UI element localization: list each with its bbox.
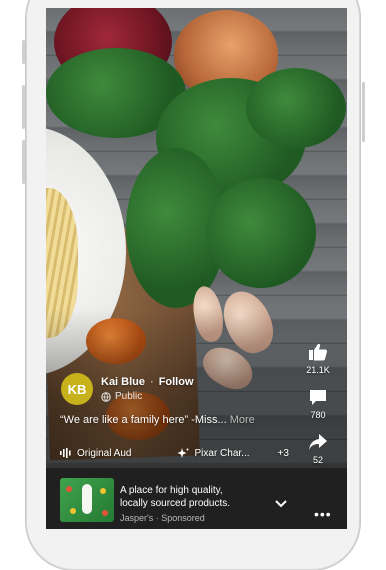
- video-screen[interactable]: KB Kai Blue · Follow Public “We are like a…: [46, 8, 347, 529]
- comment-count: 780: [310, 410, 326, 420]
- promo-thumbnail[interactable]: [60, 478, 114, 522]
- original-audio-label: Original Aud: [77, 447, 132, 459]
- confetti-dot: [70, 508, 76, 514]
- audio-extra-count[interactable]: +3: [278, 448, 289, 459]
- promo-title-line2: locally sourced products.: [120, 498, 231, 509]
- like-button[interactable]: 21.1K: [306, 342, 330, 375]
- visibility-text: Public: [115, 391, 143, 402]
- phone-power-button: [362, 82, 365, 142]
- promo-text: A place for high quality, locally source…: [120, 484, 270, 523]
- thumbs-up-icon: [309, 343, 328, 361]
- audio-effect-label: Pixar Char...: [194, 447, 250, 459]
- more-dots-icon[interactable]: •••: [314, 506, 332, 522]
- author-meta: Kai Blue · Follow Public: [101, 376, 194, 402]
- parsley: [246, 68, 346, 148]
- caption-more-link[interactable]: More: [230, 414, 255, 426]
- author-line: Kai Blue · Follow: [101, 376, 194, 388]
- caption: “We are like a family here” -Miss... Mor…: [60, 414, 310, 426]
- author-header: KB Kai Blue · Follow Public: [61, 372, 194, 406]
- audio-row: Original Aud Pixar Char... +3: [60, 445, 305, 461]
- phone-volume-down: [22, 140, 25, 184]
- confetti-dot: [100, 488, 106, 494]
- action-rail: 21.1K 780 52: [301, 342, 335, 477]
- promo-sponsor: Jasper's · Sponsored: [120, 513, 205, 523]
- author-name[interactable]: Kai Blue: [101, 376, 145, 388]
- comment-button[interactable]: 780: [308, 387, 328, 420]
- globe-icon: [101, 391, 111, 402]
- caption-text: “We are like a family here” -Miss...: [60, 414, 227, 426]
- audio-effect[interactable]: Pixar Char...: [177, 447, 250, 459]
- sparkle-icon: [177, 448, 189, 458]
- comment-icon: [310, 390, 326, 405]
- phone-mute-switch: [22, 40, 25, 64]
- like-count: 21.1K: [306, 365, 330, 375]
- parsley: [206, 178, 316, 288]
- promo-title: A place for high quality, locally source…: [120, 484, 270, 510]
- confetti-dot: [102, 510, 108, 516]
- confetti-dot: [66, 486, 72, 492]
- jasper-logo-mark: [82, 484, 92, 514]
- sponsored-promo[interactable]: A place for high quality, locally source…: [46, 468, 347, 529]
- phone-volume-up: [22, 85, 25, 129]
- promo-title-line1: A place for high quality,: [120, 485, 223, 496]
- chevron-down-icon[interactable]: [275, 500, 287, 508]
- separator-dot: ·: [150, 376, 154, 388]
- visibility-label: Public: [101, 391, 194, 402]
- follow-button[interactable]: Follow: [159, 376, 194, 388]
- original-audio[interactable]: Original Aud: [60, 448, 131, 459]
- audio-wave-icon: [60, 448, 71, 458]
- share-icon: [309, 434, 327, 450]
- share-button[interactable]: 52: [308, 432, 328, 465]
- share-count: 52: [312, 455, 323, 465]
- avatar[interactable]: KB: [61, 373, 93, 405]
